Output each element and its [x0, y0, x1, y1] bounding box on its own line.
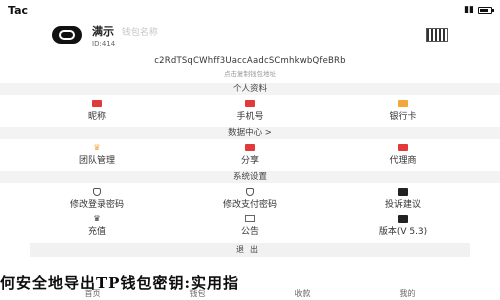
- menu-pay-password[interactable]: 修改支付密码: [205, 187, 295, 210]
- qr-code-icon[interactable]: [426, 28, 448, 42]
- menu-feedback[interactable]: 投诉建议: [358, 187, 448, 210]
- section-personal: 个人资料: [0, 83, 500, 95]
- phone-icon: [245, 100, 255, 107]
- version-icon: [398, 214, 408, 223]
- recharge-icon: ♛: [93, 214, 101, 223]
- settings-row-1: 修改登录密码 修改支付密码 投诉建议: [0, 187, 500, 210]
- personal-row: 昵称 手机号 银行卡: [0, 99, 500, 122]
- crown-icon: ♛: [93, 143, 101, 152]
- menu-bank-card[interactable]: 银行卡: [358, 99, 448, 122]
- menu-label: 团队管理: [78, 156, 115, 166]
- menu-label: 银行卡: [389, 112, 417, 122]
- feedback-icon: [398, 187, 408, 196]
- user-card-icon: [92, 100, 102, 107]
- menu-label: 手机号: [236, 112, 264, 122]
- menu-agent[interactable]: 代理商: [358, 143, 448, 166]
- menu-share[interactable]: 分享: [205, 143, 295, 166]
- bank-card-icon: [398, 100, 408, 107]
- logout-button[interactable]: 退出: [30, 243, 470, 257]
- copy-address-hint[interactable]: 点击复制钱包地址: [0, 68, 500, 78]
- agent-icon: [398, 144, 408, 151]
- menu-version[interactable]: 版本(V 5.3): [358, 214, 448, 237]
- share-icon: [245, 144, 255, 151]
- battery-icon: [478, 6, 494, 14]
- status-bar: Tac ▮▮: [0, 0, 500, 20]
- menu-label: 充值: [87, 227, 106, 237]
- menu-label: 修改支付密码: [222, 200, 277, 210]
- menu-label: 公告: [240, 227, 259, 237]
- section-settings: 系统设置: [0, 171, 500, 183]
- shield-icon: [93, 187, 101, 196]
- signal-icon: ▮▮: [464, 5, 474, 15]
- avatar[interactable]: [52, 26, 82, 44]
- carrier-label: Tac: [8, 3, 29, 17]
- menu-label: 分享: [240, 156, 259, 166]
- menu-team[interactable]: ♛ 团队管理: [52, 143, 142, 166]
- menu-login-password[interactable]: 修改登录密码: [52, 187, 142, 210]
- menu-label: 版本(V 5.3): [378, 227, 428, 237]
- menu-label: 投诉建议: [384, 200, 421, 210]
- wallet-name-sub: 钱包名称: [121, 27, 158, 38]
- settings-row-2: ♛ 充值 公告 版本(V 5.3): [0, 214, 500, 237]
- menu-label: 昵称: [87, 112, 106, 122]
- menu-label: 代理商: [389, 156, 417, 166]
- menu-notice[interactable]: 公告: [205, 214, 295, 237]
- profile-id: ID:414: [92, 39, 116, 48]
- menu-nickname[interactable]: 昵称: [52, 99, 142, 122]
- profile-name: 满示 钱包名称: [92, 23, 158, 39]
- data-row: ♛ 团队管理 分享 代理商: [0, 143, 500, 166]
- profile-header: 满示 钱包名称 ID:414: [0, 20, 500, 50]
- shield-icon: [246, 187, 254, 196]
- overlay-title: 何安全地导出TP钱包密钥:实用指: [0, 274, 239, 292]
- menu-recharge[interactable]: ♛ 充值: [52, 214, 142, 237]
- wallet-name: 满示: [92, 24, 114, 38]
- wallet-address[interactable]: c2RdTSqCWhff3UaccAadcSCmhkwbQfeBRb: [0, 56, 500, 66]
- menu-phone[interactable]: 手机号: [205, 99, 295, 122]
- section-data-center[interactable]: 数据中心 >: [0, 127, 500, 139]
- status-icons: ▮▮: [464, 5, 494, 15]
- menu-label: 修改登录密码: [69, 200, 124, 210]
- notice-icon: [245, 215, 255, 222]
